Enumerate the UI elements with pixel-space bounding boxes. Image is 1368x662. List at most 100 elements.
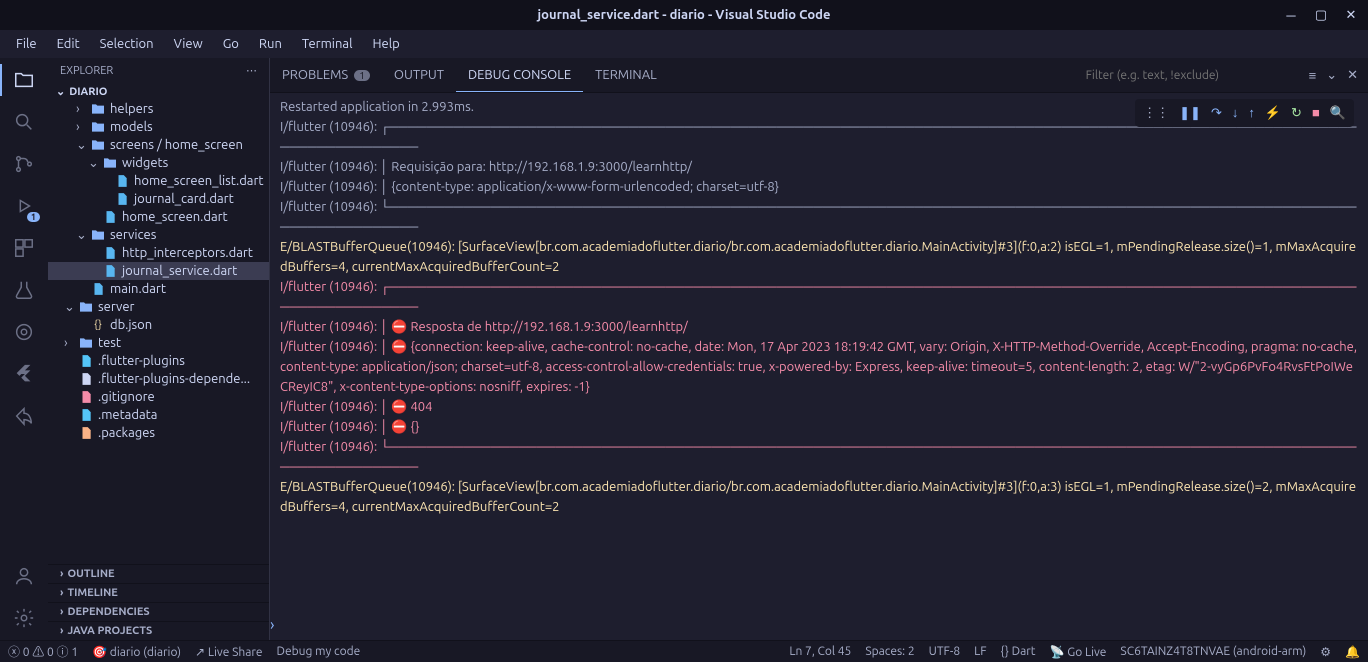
status-encoding[interactable]: UTF-8 xyxy=(929,645,960,658)
tree-item[interactable]: ›test xyxy=(48,334,269,352)
target-icon[interactable] xyxy=(10,318,38,346)
tree-item[interactable]: ⌄screens / home_screen xyxy=(48,136,269,154)
status-eol[interactable]: LF xyxy=(974,645,986,658)
project-name: DIARIO xyxy=(69,86,107,98)
console-line: I/flutter (10946): └────────────────────… xyxy=(280,197,1358,237)
tree-item[interactable]: ›helpers xyxy=(48,100,269,118)
test-icon[interactable] xyxy=(10,276,38,304)
panel-tabs: PROBLEMS1 OUTPUT DEBUG CONSOLE TERMINAL … xyxy=(270,58,1368,93)
menu-file[interactable]: File xyxy=(8,35,45,53)
inspector-icon[interactable]: 🔍 xyxy=(1330,103,1346,123)
debug-toolbar: ⋮⋮ ❚❚ ↷ ↓ ↑ ⚡ ↻ ■ 🔍 xyxy=(1135,99,1354,127)
debug-console[interactable]: ⋮⋮ ❚❚ ↷ ↓ ↑ ⚡ ↻ ■ 🔍 Restarted applicatio… xyxy=(270,93,1368,640)
tree-item[interactable]: ⌄services xyxy=(48,226,269,244)
source-control-icon[interactable] xyxy=(10,150,38,178)
tree-item[interactable]: .flutter-plugins xyxy=(48,352,269,370)
status-liveshare[interactable]: ↗ Live Share xyxy=(195,645,263,659)
console-line: I/flutter (10946): │ ⛔ {connection: keep… xyxy=(280,337,1358,397)
panel-settings-icon[interactable]: ≡ xyxy=(1309,68,1317,83)
tree-item[interactable]: .gitignore xyxy=(48,388,269,406)
tab-debug-console[interactable]: DEBUG CONSOLE xyxy=(456,58,583,92)
console-input-chevron-icon[interactable]: › xyxy=(270,616,275,634)
chevron-down-icon[interactable]: ⌄ xyxy=(1326,68,1337,83)
status-device[interactable]: SC6TAINZ4T8TNVAE (android-arm) xyxy=(1120,645,1306,658)
tree-item[interactable]: journal_card.dart xyxy=(48,190,269,208)
menu-selection[interactable]: Selection xyxy=(92,35,162,53)
step-into-icon[interactable]: ↓ xyxy=(1232,103,1239,123)
sidebar-more-icon[interactable]: ⋯ xyxy=(246,64,257,77)
step-out-icon[interactable]: ↑ xyxy=(1248,103,1255,123)
section-dependencies[interactable]: ›DEPENDENCIES xyxy=(48,602,269,621)
activity-bar: 1 xyxy=(0,58,48,640)
tree-item[interactable]: .flutter-plugins-depende... xyxy=(48,370,269,388)
menu-go[interactable]: Go xyxy=(215,35,247,53)
sidebar-title: EXPLORER xyxy=(60,65,113,77)
tree-item[interactable]: main.dart xyxy=(48,280,269,298)
console-line: E/BLASTBufferQueue(10946): [SurfaceView[… xyxy=(280,237,1358,277)
tree-item[interactable]: .metadata xyxy=(48,406,269,424)
pause-icon[interactable]: ❚❚ xyxy=(1179,103,1201,123)
explorer-icon[interactable] xyxy=(10,66,38,94)
menu-bar: FileEditSelectionViewGoRunTerminalHelp xyxy=(0,30,1368,58)
section-java projects[interactable]: ›JAVA PROJECTS xyxy=(48,621,269,640)
status-profile[interactable]: 🎯 diario (diario) xyxy=(92,645,181,659)
console-line: I/flutter (10946): │ ⛔ 404 xyxy=(280,397,1358,417)
hot-reload-icon[interactable]: ⚡ xyxy=(1265,103,1281,123)
menu-view[interactable]: View xyxy=(166,35,211,53)
step-over-icon[interactable]: ↷ xyxy=(1211,103,1222,123)
menu-run[interactable]: Run xyxy=(251,35,290,53)
share-icon[interactable] xyxy=(10,402,38,430)
status-cursor[interactable]: Ln 7, Col 45 xyxy=(789,645,851,658)
console-line: I/flutter (10946): │ {content-type: appl… xyxy=(280,177,1358,197)
restart-icon[interactable]: ↻ xyxy=(1291,103,1302,123)
console-line: I/flutter (10946): └────────────────────… xyxy=(280,437,1358,477)
tree-item[interactable]: ›models xyxy=(48,118,269,136)
title-bar: journal_service.dart - diario - Visual S… xyxy=(0,0,1368,30)
tab-terminal[interactable]: TERMINAL xyxy=(583,58,669,92)
flutter-icon[interactable] xyxy=(10,360,38,388)
menu-terminal[interactable]: Terminal xyxy=(294,35,361,53)
chevron-down-icon: ⌄ xyxy=(56,85,65,98)
menu-edit[interactable]: Edit xyxy=(49,35,88,53)
console-line: E/BLASTBufferQueue(10946): [SurfaceView[… xyxy=(280,477,1358,517)
tree-item[interactable]: {}db.json xyxy=(48,316,269,334)
editor-area: PROBLEMS1 OUTPUT DEBUG CONSOLE TERMINAL … xyxy=(270,58,1368,640)
console-line: I/flutter (10946): ┌────────────────────… xyxy=(280,277,1358,317)
tree-item[interactable]: home_screen_list.dart xyxy=(48,172,269,190)
status-golive[interactable]: 📡 Go Live xyxy=(1050,645,1107,659)
tree-item[interactable]: home_screen.dart xyxy=(48,208,269,226)
menu-help[interactable]: Help xyxy=(364,35,407,53)
tab-output[interactable]: OUTPUT xyxy=(382,58,456,92)
tree-item[interactable]: .packages xyxy=(48,424,269,442)
close-button[interactable]: ✕ xyxy=(1340,4,1362,26)
debug-icon[interactable]: 1 xyxy=(10,192,38,220)
tab-problems[interactable]: PROBLEMS1 xyxy=(270,58,382,92)
status-errors[interactable]: ⓧ 0 ⚠ 0 ⓘ 1 xyxy=(8,643,78,660)
console-line: I/flutter (10946): │ ⛔ Resposta de http:… xyxy=(280,317,1358,337)
status-bell-icon[interactable]: 🔔 xyxy=(1345,645,1360,659)
account-icon[interactable] xyxy=(10,562,38,590)
section-outline[interactable]: ›OUTLINE xyxy=(48,564,269,583)
stop-icon[interactable]: ■ xyxy=(1312,103,1320,123)
console-line: I/flutter (10946): │ Requisição para: ht… xyxy=(280,157,1358,177)
file-tree: ›helpers›models⌄screens / home_screen⌄wi… xyxy=(48,100,269,442)
drag-handle-icon[interactable]: ⋮⋮ xyxy=(1143,103,1169,123)
tree-item[interactable]: http_interceptors.dart xyxy=(48,244,269,262)
minimize-button[interactable]: ─ xyxy=(1280,4,1302,26)
project-header[interactable]: ⌄ DIARIO xyxy=(48,83,269,100)
status-debug[interactable]: Debug my code xyxy=(277,645,361,658)
tree-item[interactable]: ⌄server xyxy=(48,298,269,316)
status-spaces[interactable]: Spaces: 2 xyxy=(865,645,914,658)
status-devtools-icon[interactable]: ⚙ xyxy=(1320,645,1331,659)
tree-item[interactable]: ⌄widgets xyxy=(48,154,269,172)
panel-close-icon[interactable]: ✕ xyxy=(1347,68,1358,83)
search-icon[interactable] xyxy=(10,108,38,136)
extensions-icon[interactable] xyxy=(10,234,38,262)
maximize-button[interactable]: ▢ xyxy=(1310,4,1332,26)
settings-icon[interactable] xyxy=(10,604,38,632)
tree-item[interactable]: journal_service.dart xyxy=(48,262,269,280)
filter-input[interactable] xyxy=(1079,66,1299,85)
status-language[interactable]: {} Dart xyxy=(1001,645,1036,658)
window-title: journal_service.dart - diario - Visual S… xyxy=(538,8,831,22)
section-timeline[interactable]: ›TIMELINE xyxy=(48,583,269,602)
